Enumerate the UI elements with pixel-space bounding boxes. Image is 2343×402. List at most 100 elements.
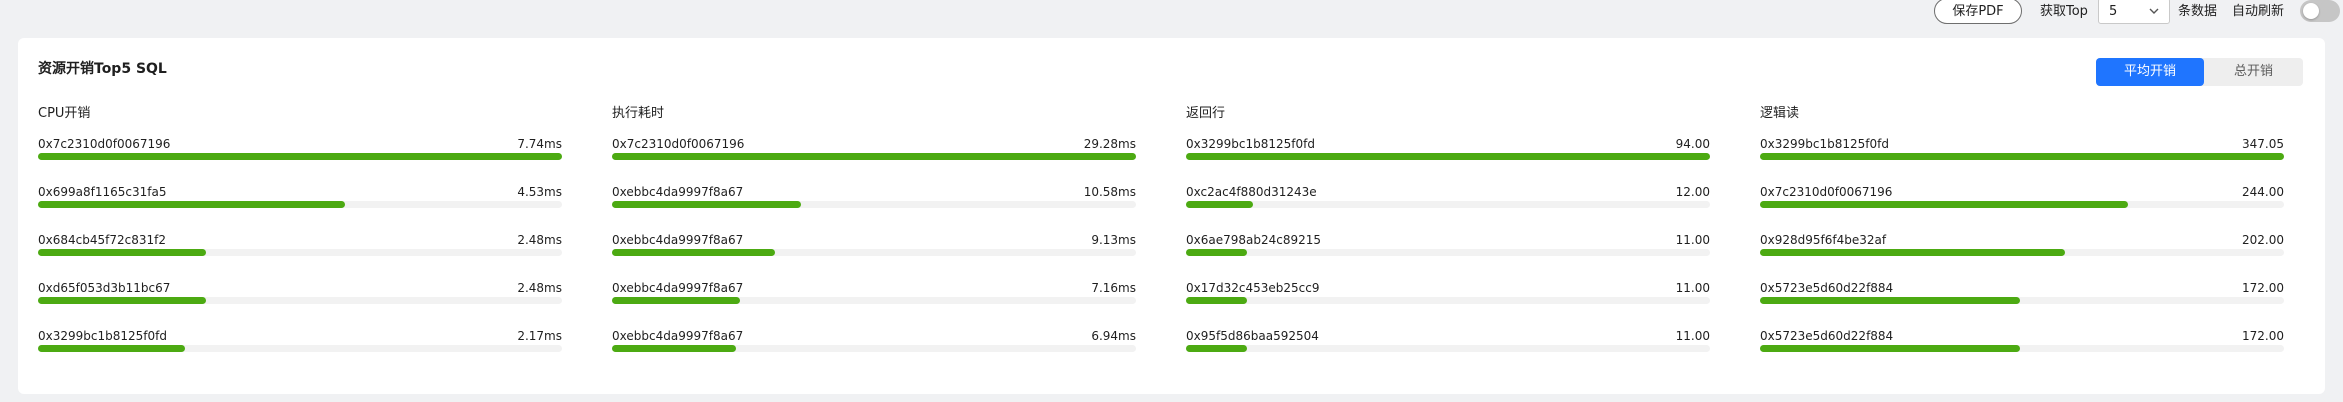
ranking-row[interactable]: 0xebbc4da9997f8a67 10.58ms xyxy=(612,185,1136,233)
ranking-row[interactable]: 0xebbc4da9997f8a67 7.16ms xyxy=(612,281,1136,329)
ranking-list: 0x7c2310d0f0067196 29.28ms 0xebbc4da9997f8… xyxy=(612,137,1136,377)
progress-fill xyxy=(1760,153,2284,160)
ranking-row[interactable]: 0x7c2310d0f0067196 29.28ms xyxy=(612,137,1136,185)
progress-fill xyxy=(1186,345,1248,352)
progress-track xyxy=(612,201,1136,208)
save-pdf-button[interactable]: 保存PDF xyxy=(1934,0,2022,24)
progress-track xyxy=(612,297,1136,304)
progress-fill xyxy=(38,297,206,304)
progress-fill xyxy=(38,201,345,208)
progress-fill xyxy=(1186,153,1710,160)
sql-id[interactable]: 0xc2ac4f880d31243e xyxy=(1186,185,1317,199)
ranking-row[interactable]: 0x684cb45f72c831f2 2.48ms xyxy=(38,233,562,281)
toggle-knob xyxy=(2303,3,2319,19)
ranking-row[interactable]: 0xebbc4da9997f8a67 6.94ms xyxy=(612,329,1136,377)
ranking-row[interactable]: 0x3299bc1b8125f0fd 94.00 xyxy=(1186,137,1710,185)
metric-value: 202.00 xyxy=(2242,233,2284,247)
average-cost-button[interactable]: 平均开销 xyxy=(2096,58,2204,86)
metric-value: 244.00 xyxy=(2242,185,2284,199)
ranking-row[interactable]: 0x3299bc1b8125f0fd 2.17ms xyxy=(38,329,562,377)
metric-value: 11.00 xyxy=(1675,233,1710,247)
rows-unit-label: 条数据 xyxy=(2178,4,2218,19)
sql-id[interactable]: 0xd65f053d3b11bc67 xyxy=(38,281,170,295)
metric-value: 9.13ms xyxy=(1091,233,1136,247)
progress-fill xyxy=(1186,297,1248,304)
progress-track xyxy=(38,249,562,256)
progress-fill xyxy=(38,249,206,256)
progress-fill xyxy=(1760,249,2065,256)
metric-column: 逻辑读 0x3299bc1b8125f0fd 347.05 0x7c2310d0f00… xyxy=(1760,106,2284,377)
ranking-list: 0x3299bc1b8125f0fd 347.05 0x7c2310d0f00671… xyxy=(1760,137,2284,377)
metric-value: 11.00 xyxy=(1675,329,1710,343)
metric-value: 7.16ms xyxy=(1091,281,1136,295)
progress-fill xyxy=(1760,345,2020,352)
top-count-select[interactable]: 5 xyxy=(2098,0,2170,24)
ranking-row[interactable]: 0x5723e5d60d22f884 172.00 xyxy=(1760,281,2284,329)
sql-id[interactable]: 0x5723e5d60d22f884 xyxy=(1760,281,1893,295)
progress-track xyxy=(1760,297,2284,304)
sql-id[interactable]: 0x684cb45f72c831f2 xyxy=(38,233,166,247)
metric-column: 执行耗时 0x7c2310d0f0067196 29.28ms 0xebbc4da99… xyxy=(612,106,1136,377)
metric-value: 29.28ms xyxy=(1083,137,1136,151)
ranking-row[interactable]: 0x6ae798ab24c89215 11.00 xyxy=(1186,233,1710,281)
progress-track xyxy=(1186,345,1710,352)
sql-id[interactable]: 0x17d32c453eb25cc9 xyxy=(1186,281,1320,295)
auto-refresh-label: 自动刷新 xyxy=(2232,4,2285,19)
ranking-row[interactable]: 0x17d32c453eb25cc9 11.00 xyxy=(1186,281,1710,329)
cost-mode-toggle: 平均开销 总开销 xyxy=(2096,58,2303,86)
sql-id[interactable]: 0x6ae798ab24c89215 xyxy=(1186,233,1321,247)
sql-id[interactable]: 0x3299bc1b8125f0fd xyxy=(38,329,167,343)
sql-id[interactable]: 0x7c2310d0f0067196 xyxy=(1760,185,1892,199)
metric-value: 172.00 xyxy=(2242,281,2284,295)
ranking-row[interactable]: 0x928d95f6f4be32af 202.00 xyxy=(1760,233,2284,281)
progress-fill xyxy=(38,153,562,160)
top5-sql-card: 资源开销Top5 SQL 平均开销 总开销 CPU开销 0x7c2310d0f00… xyxy=(18,38,2325,394)
ranking-row[interactable]: 0xc2ac4f880d31243e 12.00 xyxy=(1186,185,1710,233)
metric-value: 2.17ms xyxy=(517,329,562,343)
sql-id[interactable]: 0xebbc4da9997f8a67 xyxy=(612,329,743,343)
sql-id[interactable]: 0x5723e5d60d22f884 xyxy=(1760,329,1893,343)
ranking-list: 0x3299bc1b8125f0fd 94.00 0xc2ac4f880d31243… xyxy=(1186,137,1710,377)
toolbar: 保存PDF 获取Top 5 条数据 自动刷新 xyxy=(0,0,2343,34)
ranking-row[interactable]: 0x5723e5d60d22f884 172.00 xyxy=(1760,329,2284,377)
sql-id[interactable]: 0x928d95f6f4be32af xyxy=(1760,233,1886,247)
progress-track xyxy=(1760,345,2284,352)
card-title: 资源开销Top5 SQL xyxy=(38,61,167,77)
total-cost-button[interactable]: 总开销 xyxy=(2204,58,2303,86)
sql-id[interactable]: 0xebbc4da9997f8a67 xyxy=(612,281,743,295)
progress-track xyxy=(38,297,562,304)
metric-value: 94.00 xyxy=(1675,137,1710,151)
metric-value: 12.00 xyxy=(1675,185,1710,199)
ranking-row[interactable]: 0x7c2310d0f0067196 7.74ms xyxy=(38,137,562,185)
sql-id[interactable]: 0xebbc4da9997f8a67 xyxy=(612,233,743,247)
metric-value: 2.48ms xyxy=(517,233,562,247)
sql-id[interactable]: 0x7c2310d0f0067196 xyxy=(38,137,170,151)
ranking-row[interactable]: 0xd65f053d3b11bc67 2.48ms xyxy=(38,281,562,329)
ranking-row[interactable]: 0x699a8f1165c31fa5 4.53ms xyxy=(38,185,562,233)
column-title: 逻辑读 xyxy=(1760,106,1800,121)
progress-track xyxy=(612,345,1136,352)
metric-value: 10.58ms xyxy=(1083,185,1136,199)
ranking-row[interactable]: 0x7c2310d0f0067196 244.00 xyxy=(1760,185,2284,233)
progress-fill xyxy=(1760,297,2020,304)
auto-refresh-toggle[interactable] xyxy=(2300,0,2340,22)
ranking-row[interactable]: 0x3299bc1b8125f0fd 347.05 xyxy=(1760,137,2284,185)
metric-value: 172.00 xyxy=(2242,329,2284,343)
progress-track xyxy=(1760,201,2284,208)
ranking-row[interactable]: 0x95f5d86baa592504 11.00 xyxy=(1186,329,1710,377)
sql-id[interactable]: 0x7c2310d0f0067196 xyxy=(612,137,744,151)
metric-value: 7.74ms xyxy=(517,137,562,151)
progress-track xyxy=(612,249,1136,256)
sql-id[interactable]: 0x3299bc1b8125f0fd xyxy=(1760,137,1889,151)
progress-fill xyxy=(612,249,776,256)
sql-id[interactable]: 0x95f5d86baa592504 xyxy=(1186,329,1319,343)
progress-fill xyxy=(612,153,1136,160)
sql-id[interactable]: 0x699a8f1165c31fa5 xyxy=(38,185,166,199)
sql-id[interactable]: 0xebbc4da9997f8a67 xyxy=(612,185,743,199)
progress-track xyxy=(1760,153,2284,160)
ranking-row[interactable]: 0xebbc4da9997f8a67 9.13ms xyxy=(612,233,1136,281)
sql-id[interactable]: 0x3299bc1b8125f0fd xyxy=(1186,137,1315,151)
progress-fill xyxy=(1760,201,2129,208)
metric-value: 6.94ms xyxy=(1091,329,1136,343)
metric-column: CPU开销 0x7c2310d0f0067196 7.74ms 0x699a8f116… xyxy=(38,106,562,377)
